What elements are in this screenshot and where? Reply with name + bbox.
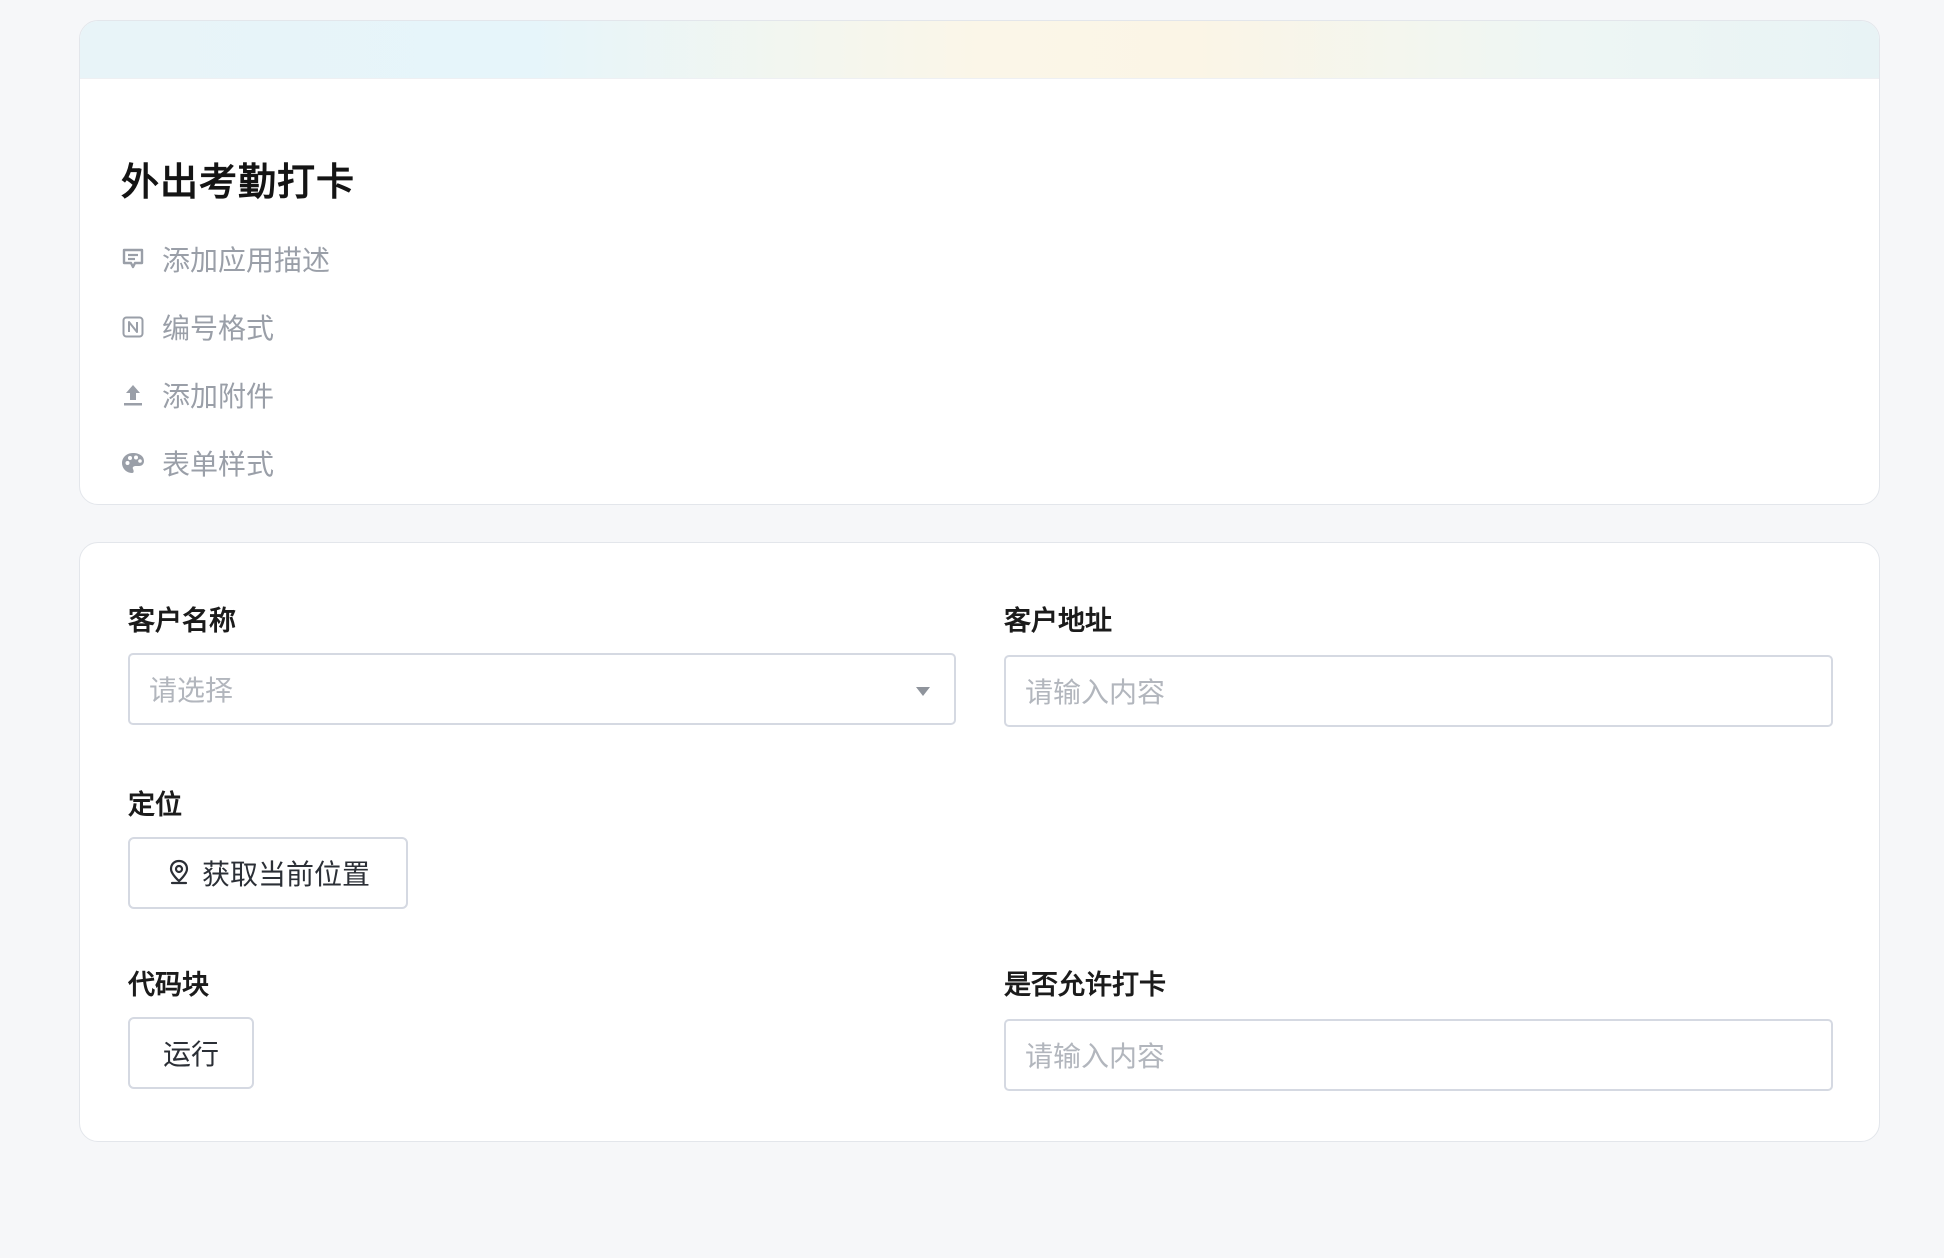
number-format-label: 编号格式 [162, 312, 275, 345]
get-location-label: 获取当前位置 [201, 858, 370, 891]
header-banner [80, 21, 1879, 79]
add-description-label: 添加应用描述 [162, 244, 331, 277]
allow-checkin-input[interactable]: 请输入内容 [1004, 1019, 1833, 1091]
location-pin-icon [166, 858, 192, 888]
customer-name-select[interactable]: 请选择 [128, 653, 956, 725]
add-attachment-label: 添加附件 [162, 380, 275, 413]
add-attachment-button[interactable]: 添加附件 [120, 375, 274, 415]
comment-icon [120, 246, 146, 272]
run-button[interactable]: 运行 [128, 1017, 254, 1089]
customer-name-placeholder: 请选择 [149, 674, 234, 707]
location-label: 定位 [128, 790, 182, 821]
allow-checkin-placeholder: 请输入内容 [1025, 1040, 1166, 1073]
customer-address-placeholder: 请输入内容 [1025, 676, 1166, 709]
form-style-label: 表单样式 [162, 448, 275, 481]
run-button-label: 运行 [162, 1038, 219, 1071]
allow-checkin-label: 是否允许打卡 [1004, 970, 1166, 1001]
upload-icon [120, 382, 146, 408]
customer-address-input[interactable]: 请输入内容 [1004, 655, 1833, 727]
app-title[interactable]: 外出考勤打卡 [121, 151, 355, 206]
form-card: 客户名称 请选择 客户地址 请输入内容 定位 获取当前位置 代码块 运行 是否允… [79, 542, 1880, 1142]
number-format-icon [120, 314, 146, 340]
form-style-button[interactable]: 表单样式 [120, 443, 274, 483]
customer-address-label: 客户地址 [1004, 606, 1112, 637]
get-location-button[interactable]: 获取当前位置 [128, 837, 408, 909]
number-format-button[interactable]: 编号格式 [120, 307, 274, 347]
app-header-card: 外出考勤打卡 添加应用描述 编号格式 添加附件 表单样式 [79, 20, 1880, 505]
palette-icon [120, 450, 146, 476]
add-description-button[interactable]: 添加应用描述 [120, 239, 330, 279]
code-block-label: 代码块 [128, 970, 209, 1001]
chevron-down-icon [916, 687, 930, 696]
customer-name-label: 客户名称 [128, 606, 236, 637]
